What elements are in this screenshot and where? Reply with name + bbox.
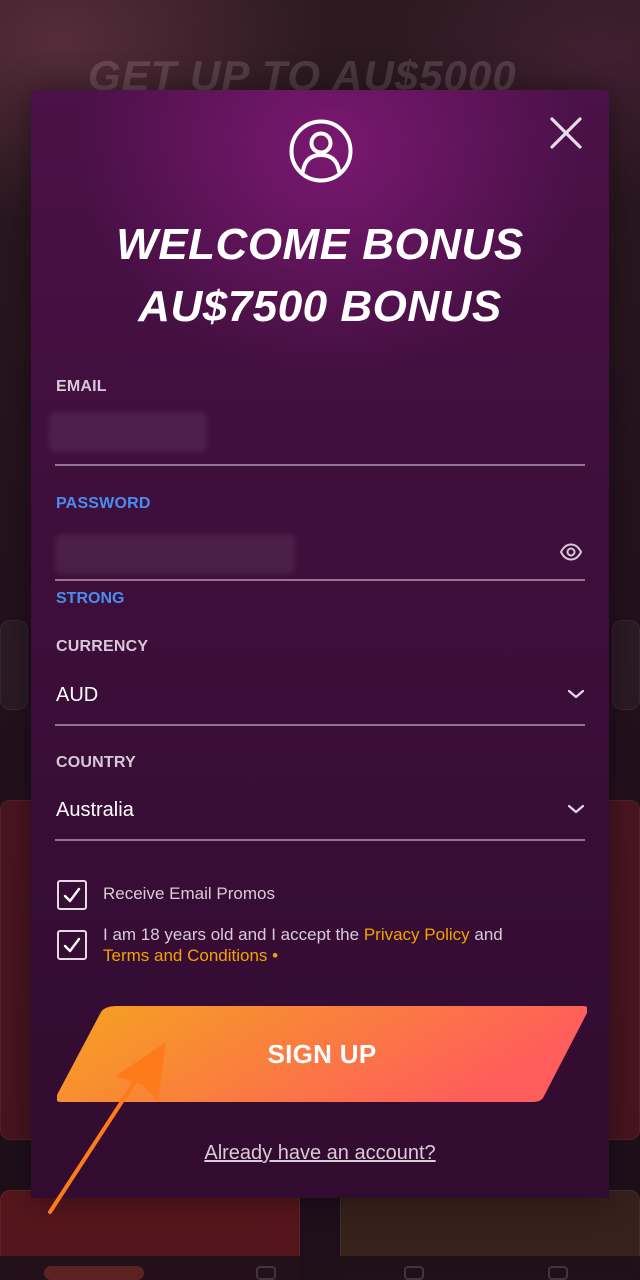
terms-text-before: I am 18 years old and I accept the [103, 925, 364, 944]
chevron-down-icon[interactable] [567, 803, 585, 815]
close-button[interactable] [547, 114, 585, 152]
password-label: PASSWORD [56, 495, 151, 512]
terms-label: I am 18 years old and I accept the Priva… [103, 924, 573, 966]
already-have-account-link[interactable]: Already have an account? [31, 1142, 609, 1165]
currency-underline [55, 724, 585, 726]
eye-icon[interactable] [559, 542, 583, 562]
background-nav-icon [256, 1266, 276, 1280]
country-select[interactable]: Australia [56, 799, 134, 822]
user-circle-icon [289, 119, 353, 183]
background-tile [0, 620, 28, 710]
country-label: COUNTRY [56, 754, 136, 771]
required-mark: • [267, 946, 279, 965]
background-tile [612, 620, 640, 710]
background-nav-icon [404, 1266, 424, 1280]
privacy-policy-link[interactable]: Privacy Policy [364, 925, 470, 944]
background-nav-pill [44, 1266, 144, 1280]
email-underline [55, 464, 585, 466]
terms-and-conditions-link[interactable]: Terms and Conditions [103, 946, 267, 965]
password-field[interactable] [55, 530, 555, 574]
signup-button[interactable]: SIGN UP [57, 1004, 587, 1104]
close-icon [550, 117, 582, 149]
currency-label: CURRENCY [56, 638, 149, 655]
background-nav-icon [548, 1266, 568, 1280]
check-icon [63, 937, 81, 953]
password-strength: STRONG [56, 590, 125, 607]
chevron-down-icon[interactable] [567, 688, 585, 700]
email-label: EMAIL [56, 378, 107, 395]
country-underline [55, 839, 585, 841]
terms-checkbox[interactable] [57, 930, 87, 960]
email-promos-checkbox[interactable] [57, 880, 87, 910]
modal-title-line2: AU$7500 BONUS [138, 282, 502, 331]
signup-button-label: SIGN UP [267, 1039, 377, 1069]
check-icon [63, 887, 81, 903]
signup-modal: WELCOME BONUS AU$7500 BONUS EMAIL PASSWO… [31, 90, 609, 1198]
password-underline [55, 579, 585, 581]
terms-text-and: and [469, 925, 503, 944]
email-promos-label: Receive Email Promos [103, 884, 275, 903]
modal-title-line1: WELCOME BONUS [116, 220, 524, 269]
email-field[interactable] [55, 410, 555, 454]
currency-select[interactable]: AUD [56, 684, 98, 707]
